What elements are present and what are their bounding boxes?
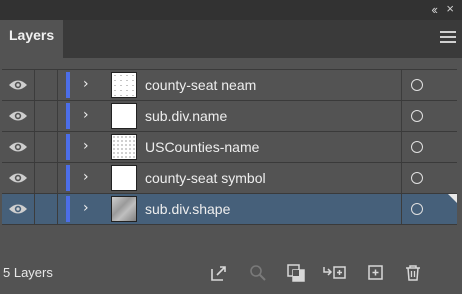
layer-row[interactable]: › sub.div.name <box>2 101 457 132</box>
layer-color-indicator <box>66 72 70 98</box>
target-circle-icon[interactable] <box>411 172 423 184</box>
clipping-mask-icon[interactable] <box>286 263 306 283</box>
target-circle-icon[interactable] <box>411 110 423 122</box>
new-layer-icon[interactable] <box>366 263 386 283</box>
chevron-right-icon[interactable]: › <box>83 200 89 216</box>
target-circle-icon[interactable] <box>411 79 423 91</box>
visibility-eye-icon[interactable] <box>8 109 28 123</box>
column-divider <box>401 101 402 131</box>
layer-name[interactable]: county-seat neam <box>145 77 256 93</box>
chevron-right-icon[interactable]: › <box>83 107 89 123</box>
column-divider <box>401 194 402 224</box>
layer-thumbnail <box>111 103 137 129</box>
tab-bar: Layers <box>0 20 462 58</box>
panel-header-bar: ‹‹ × <box>0 0 462 20</box>
panel-menu-icon[interactable] <box>440 31 456 43</box>
column-divider <box>57 101 58 131</box>
delete-icon[interactable] <box>403 263 423 283</box>
column-divider <box>57 70 58 100</box>
layers-list: › county-seat neam › sub.div.name › USCo… <box>2 69 457 229</box>
panel-footer: 5 Layers <box>0 258 462 294</box>
layer-row[interactable]: › county-seat symbol <box>2 163 457 194</box>
layer-color-indicator <box>66 196 70 222</box>
close-panel-icon[interactable]: × <box>446 1 454 16</box>
visibility-eye-icon[interactable] <box>8 78 28 92</box>
layer-color-indicator <box>66 134 70 160</box>
column-divider <box>34 194 35 224</box>
target-circle-icon[interactable] <box>411 203 423 215</box>
target-circle-icon[interactable] <box>411 141 423 153</box>
layer-name[interactable]: sub.div.name <box>145 108 227 124</box>
column-divider <box>34 132 35 162</box>
selection-indicator-icon <box>448 194 457 203</box>
layer-color-indicator <box>66 103 70 129</box>
column-divider <box>57 194 58 224</box>
column-divider <box>34 70 35 100</box>
layer-row-selected[interactable]: › sub.div.shape <box>2 194 457 225</box>
column-divider <box>57 132 58 162</box>
collapse-panel-icon[interactable]: ‹‹ <box>431 2 438 17</box>
visibility-eye-icon[interactable] <box>8 140 28 154</box>
layer-thumbnail <box>111 165 137 191</box>
search-icon[interactable] <box>248 263 268 283</box>
layer-count: 5 Layers <box>3 265 53 280</box>
layer-row[interactable]: › USCounties-name <box>2 132 457 163</box>
tab-layers[interactable]: Layers <box>0 20 63 58</box>
column-divider <box>401 132 402 162</box>
visibility-eye-icon[interactable] <box>8 171 28 185</box>
column-divider <box>401 70 402 100</box>
layer-row[interactable]: › county-seat neam <box>2 70 457 101</box>
column-divider <box>34 163 35 193</box>
layer-name[interactable]: sub.div.shape <box>145 201 230 217</box>
layer-name[interactable]: county-seat symbol <box>145 170 266 186</box>
column-divider <box>401 163 402 193</box>
layer-color-indicator <box>66 165 70 191</box>
layer-thumbnail <box>111 134 137 160</box>
layer-thumbnail <box>111 196 137 222</box>
layer-name[interactable]: USCounties-name <box>145 139 259 155</box>
column-divider <box>57 163 58 193</box>
visibility-eye-icon[interactable] <box>8 202 28 216</box>
layer-thumbnail <box>111 72 137 98</box>
column-divider <box>34 101 35 131</box>
chevron-right-icon[interactable]: › <box>83 138 89 154</box>
chevron-right-icon[interactable]: › <box>83 76 89 92</box>
chevron-right-icon[interactable]: › <box>83 169 89 185</box>
move-to-layer-icon[interactable] <box>322 263 348 283</box>
export-icon[interactable] <box>209 263 229 283</box>
